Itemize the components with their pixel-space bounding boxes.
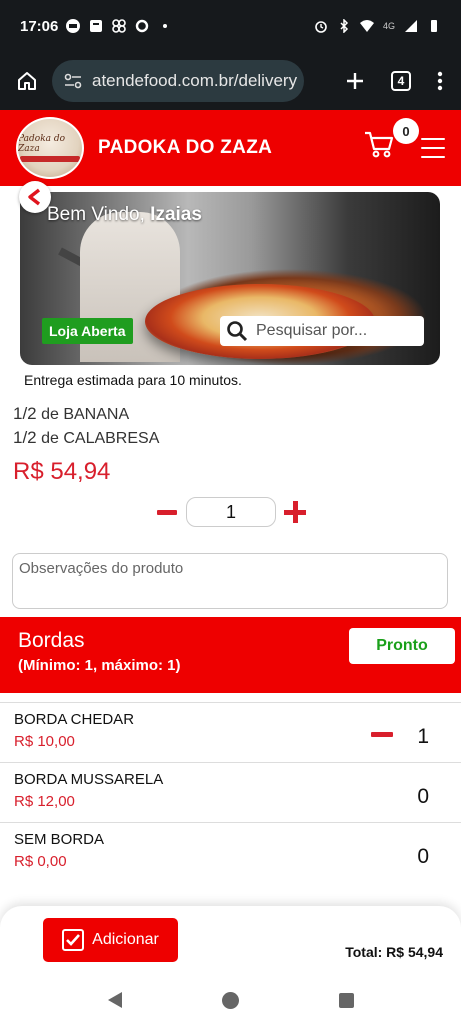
clock: 17:06	[20, 17, 59, 35]
addon-option-quantity[interactable]: 0	[417, 845, 429, 869]
nav-back-icon[interactable]	[107, 992, 122, 1008]
dot-icon	[163, 24, 168, 28]
addon-option-price: R$ 12,00	[14, 793, 75, 810]
store-name: PADOKA DO ZAZA	[98, 137, 273, 158]
browser-actions: 4	[345, 71, 449, 91]
half-flavor: de BANANA	[41, 406, 130, 423]
addon-option-quantity[interactable]: 1	[417, 725, 429, 749]
message-icon	[90, 20, 103, 32]
system-navigation-bar	[0, 976, 461, 1024]
addon-option-row: BORDA MUSSARELA R$ 12,00 0	[0, 762, 461, 822]
search-icon	[227, 321, 248, 342]
product-half-1: 1/2 de BANANA	[13, 404, 129, 424]
news-icon	[66, 19, 81, 33]
addon-option-row: SEM BORDA R$ 0,00 0	[0, 822, 461, 882]
welcome-text: Bem Vindo, Izaias	[47, 204, 202, 226]
decrease-addon-button[interactable]	[371, 732, 393, 737]
addon-option-name: BORDA CHEDAR	[14, 711, 135, 728]
delivery-estimate: Entrega estimada para 10 minutos.	[24, 372, 242, 388]
network-type: 4G	[382, 21, 395, 31]
store-banner: Bem Vindo, Izaias Loja Aberta	[20, 192, 440, 365]
logo-band	[20, 156, 80, 162]
half-fraction: 1/2	[13, 404, 37, 423]
addon-option-name: BORDA MUSSARELA	[14, 771, 164, 788]
half-flavor: de CALABRESA	[41, 430, 160, 447]
browser-toolbar: atendefood.com.br/delivery 4	[0, 52, 461, 110]
system-icons: 4G	[314, 19, 441, 33]
app-header: Padoka do Zaza PADOKA DO ZAZA 0	[0, 110, 461, 186]
bluetooth-icon	[340, 19, 349, 33]
product-price: R$ 54,94	[13, 458, 111, 485]
store-status-badge: Loja Aberta	[42, 318, 133, 344]
record-icon	[136, 19, 149, 33]
welcome-greeting: Bem Vindo,	[47, 204, 145, 225]
half-fraction: 1/2	[13, 428, 37, 447]
overflow-menu-icon[interactable]	[437, 71, 443, 91]
addon-group-header: Bordas (Mínimo: 1, máximo: 1) Pronto	[0, 617, 461, 693]
battery-icon	[431, 20, 437, 32]
product-half-2: 1/2 de CALABRESA	[13, 428, 159, 448]
user-name: Izaias	[150, 204, 202, 225]
chevron-left-icon	[28, 188, 41, 206]
menu-line	[421, 138, 445, 140]
order-total: Total: R$ 54,94	[345, 944, 443, 960]
cart-count-badge: 0	[393, 118, 419, 144]
status-bar: 17:06 4G	[0, 0, 461, 52]
addon-option-row: BORDA CHEDAR R$ 10,00 1	[0, 702, 461, 762]
tab-switcher-button[interactable]: 4	[391, 71, 411, 91]
addon-option-price: R$ 0,00	[14, 853, 67, 870]
address-bar[interactable]: atendefood.com.br/delivery	[52, 60, 304, 102]
signal-icon	[405, 20, 417, 32]
url-text: atendefood.com.br/delivery	[92, 71, 298, 90]
nav-recents-icon[interactable]	[338, 992, 354, 1008]
addon-option-name: SEM BORDA	[14, 831, 105, 848]
wifi-icon	[359, 20, 374, 32]
back-button[interactable]	[19, 181, 51, 213]
search-box[interactable]	[220, 316, 424, 346]
fan-icon	[112, 19, 127, 33]
addon-option-quantity[interactable]: 0	[417, 785, 429, 809]
product-notes-field[interactable]	[12, 553, 448, 609]
add-to-cart-label: Adicionar	[92, 931, 159, 948]
hamburger-menu-button[interactable]	[421, 138, 445, 158]
decrease-quantity-button[interactable]	[156, 501, 178, 523]
home-icon	[18, 72, 36, 90]
menu-line	[421, 147, 445, 149]
alarm-icon	[315, 21, 327, 33]
store-logo[interactable]: Padoka do Zaza	[16, 117, 84, 179]
logo-text: Padoka do Zaza	[18, 134, 66, 154]
add-to-cart-button[interactable]: Adicionar	[43, 918, 178, 962]
order-footer: Adicionar Total: R$ 54,94	[0, 906, 461, 976]
site-settings-icon[interactable]	[64, 73, 82, 89]
cart-button[interactable]: 0	[363, 118, 419, 168]
increase-quantity-button[interactable]	[284, 501, 306, 523]
browser-home-button[interactable]	[12, 66, 42, 96]
minus-icon	[157, 509, 177, 515]
quantity-stepper: 1	[156, 497, 306, 527]
quantity-field[interactable]: 1	[186, 497, 276, 527]
search-input[interactable]	[256, 322, 416, 340]
cart-icon	[365, 131, 394, 158]
nav-home-icon[interactable]	[221, 991, 239, 1009]
notification-icons	[66, 19, 172, 33]
check-icon	[62, 929, 85, 951]
menu-line	[421, 156, 445, 158]
new-tab-icon[interactable]	[345, 71, 365, 91]
ready-button[interactable]: Pronto	[349, 628, 455, 664]
